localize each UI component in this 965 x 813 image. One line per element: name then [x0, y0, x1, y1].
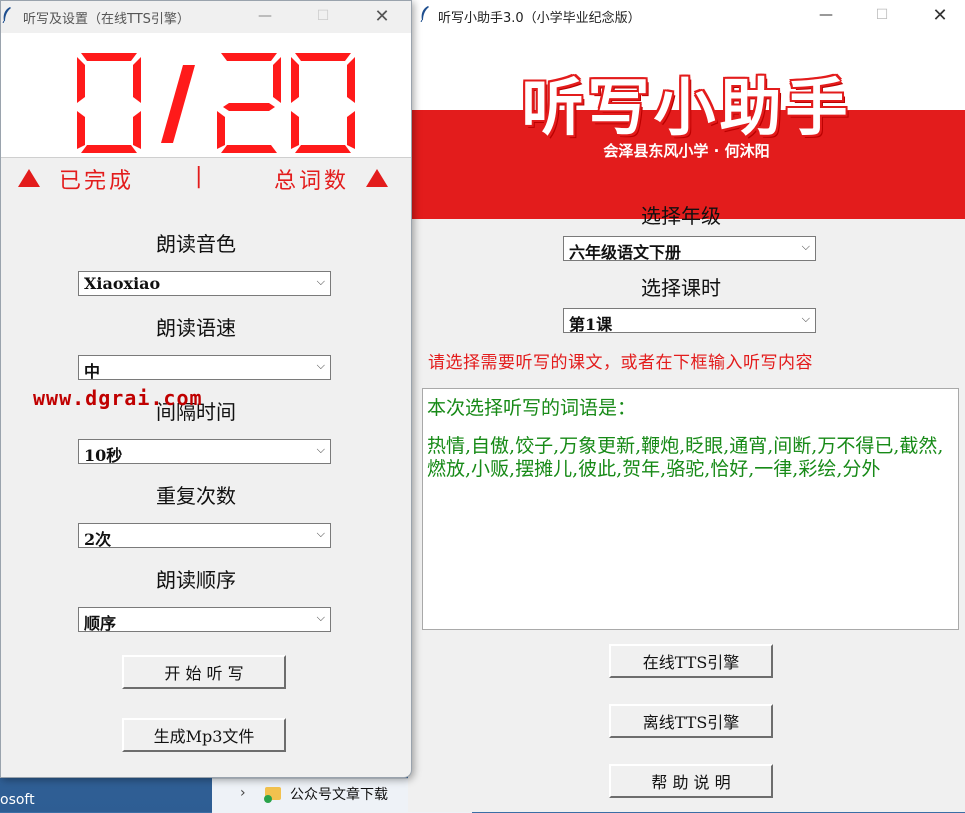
words-content: 热情,自傲,饺子,万象更新,鞭炮,眨眼,通宵,间断,万不得已,截然,燃放,小贩,…	[427, 435, 944, 480]
words-textarea[interactable]: 本次选择听写的词语是： 热情,自傲,饺子,万象更新,鞭炮,眨眼,通宵,间断,万不…	[422, 388, 959, 630]
chevron-down-icon[interactable]: ⌵	[317, 527, 325, 541]
lesson-select-value: 第1课	[569, 315, 613, 334]
repeat-label: 重复次数	[156, 484, 236, 508]
start-dictation-button[interactable]: 开 始 听 写	[122, 655, 286, 689]
close-icon[interactable]: ✕	[359, 1, 405, 31]
counter-done: 0	[1, 33, 2, 34]
triangle-up-icon	[18, 169, 40, 187]
help-button[interactable]: 帮 助 说 明	[609, 764, 773, 798]
settings-titlebar[interactable]: 听写及设置（在线TTS引擎） — ☐ ✕	[1, 1, 411, 33]
interval-select-value: 10秒	[84, 446, 123, 465]
speed-select-value: 中	[84, 362, 101, 381]
order-select[interactable]: 顺序 ⌵	[78, 607, 331, 633]
chevron-down-icon[interactable]: ⌵	[317, 275, 325, 289]
voice-label: 朗读音色	[156, 232, 236, 256]
lesson-select[interactable]: 第1课 ⌵	[563, 308, 816, 334]
chevron-down-icon[interactable]: ⌵	[802, 312, 810, 326]
order-label: 朗读顺序	[156, 568, 236, 592]
total-label: 总词数	[274, 169, 350, 194]
voice-select[interactable]: Xiaoxiao ⌵	[78, 271, 331, 296]
banner: 听写小助手 会泽县东风小学 · 何沐阳	[408, 32, 965, 219]
counter-sep: /	[1, 33, 2, 34]
chevron-down-icon[interactable]: ⌵	[317, 611, 325, 625]
close-icon[interactable]: ✕	[917, 0, 963, 30]
words-heading: 本次选择听写的词语是：	[427, 397, 637, 419]
online-tts-button[interactable]: 在线TTS引擎	[609, 644, 773, 678]
main-titlebar[interactable]: 听写小助手3.0（小学毕业纪念版） — ☐ ✕	[408, 0, 965, 32]
interval-select[interactable]: 10秒 ⌵	[78, 439, 331, 465]
speed-select[interactable]: 中 ⌵	[78, 355, 331, 381]
settings-window-title: 听写及设置（在线TTS引擎）	[23, 12, 190, 27]
voice-select-value: Xiaoxiao	[84, 274, 161, 293]
repeat-select[interactable]: 2次 ⌵	[78, 523, 331, 549]
lesson-label: 选择课时	[641, 276, 721, 300]
explorer-item-label: 公众号文章下载	[290, 787, 388, 803]
seven-segment-display: 0 / 20	[1, 33, 355, 153]
grade-label: 选择年级	[641, 204, 721, 228]
generate-mp3-button[interactable]: 生成Mp3文件	[122, 718, 286, 752]
chevron-down-icon[interactable]: ⌵	[802, 240, 810, 254]
main-window: 听写小助手3.0（小学毕业纪念版） — ☐ ✕ 听写小助手 会泽县东风小学 · …	[408, 0, 965, 812]
speed-label: 朗读语速	[156, 316, 236, 340]
watermark-text: www.dgrai.com	[33, 386, 203, 410]
chevron-down-icon[interactable]: ⌵	[317, 443, 325, 457]
grade-select-value: 六年级语文下册	[569, 243, 682, 262]
banner-subtitle: 会泽县东风小学 · 何沐阳	[603, 142, 770, 160]
chevron-right-icon[interactable]: ›	[240, 785, 246, 801]
sync-badge-icon	[264, 795, 272, 803]
instruction-hint: 请选择需要听写的课文，或者在下框输入听写内容	[428, 353, 813, 373]
maximize-icon[interactable]: ☐	[859, 0, 905, 30]
done-label: 已完成	[59, 169, 135, 194]
minimize-icon[interactable]: —	[803, 0, 849, 30]
chevron-down-icon[interactable]: ⌵	[317, 359, 325, 373]
feather-icon	[420, 6, 430, 22]
label-divider: |	[195, 164, 203, 189]
minimize-icon[interactable]: —	[242, 1, 288, 31]
settings-window: 听写及设置（在线TTS引擎） — ☐ ✕ 0 / 20 已完成 | 总词数 朗读…	[0, 0, 412, 778]
repeat-select-value: 2次	[84, 530, 112, 549]
main-window-title: 听写小助手3.0（小学毕业纪念版）	[438, 11, 641, 26]
banner-title: 听写小助手	[521, 71, 852, 144]
grade-select[interactable]: 六年级语文下册 ⌵	[563, 236, 816, 262]
offline-tts-button[interactable]: 离线TTS引擎	[609, 704, 773, 738]
maximize-icon[interactable]: ☐	[300, 1, 346, 31]
triangle-up-icon	[366, 169, 388, 187]
counter-total: 20	[1, 33, 3, 34]
order-select-value: 顺序	[84, 614, 117, 633]
feather-icon	[2, 7, 12, 23]
desktop-edge-text: osoft	[0, 792, 35, 808]
progress-counter: 0 / 20	[1, 33, 411, 158]
